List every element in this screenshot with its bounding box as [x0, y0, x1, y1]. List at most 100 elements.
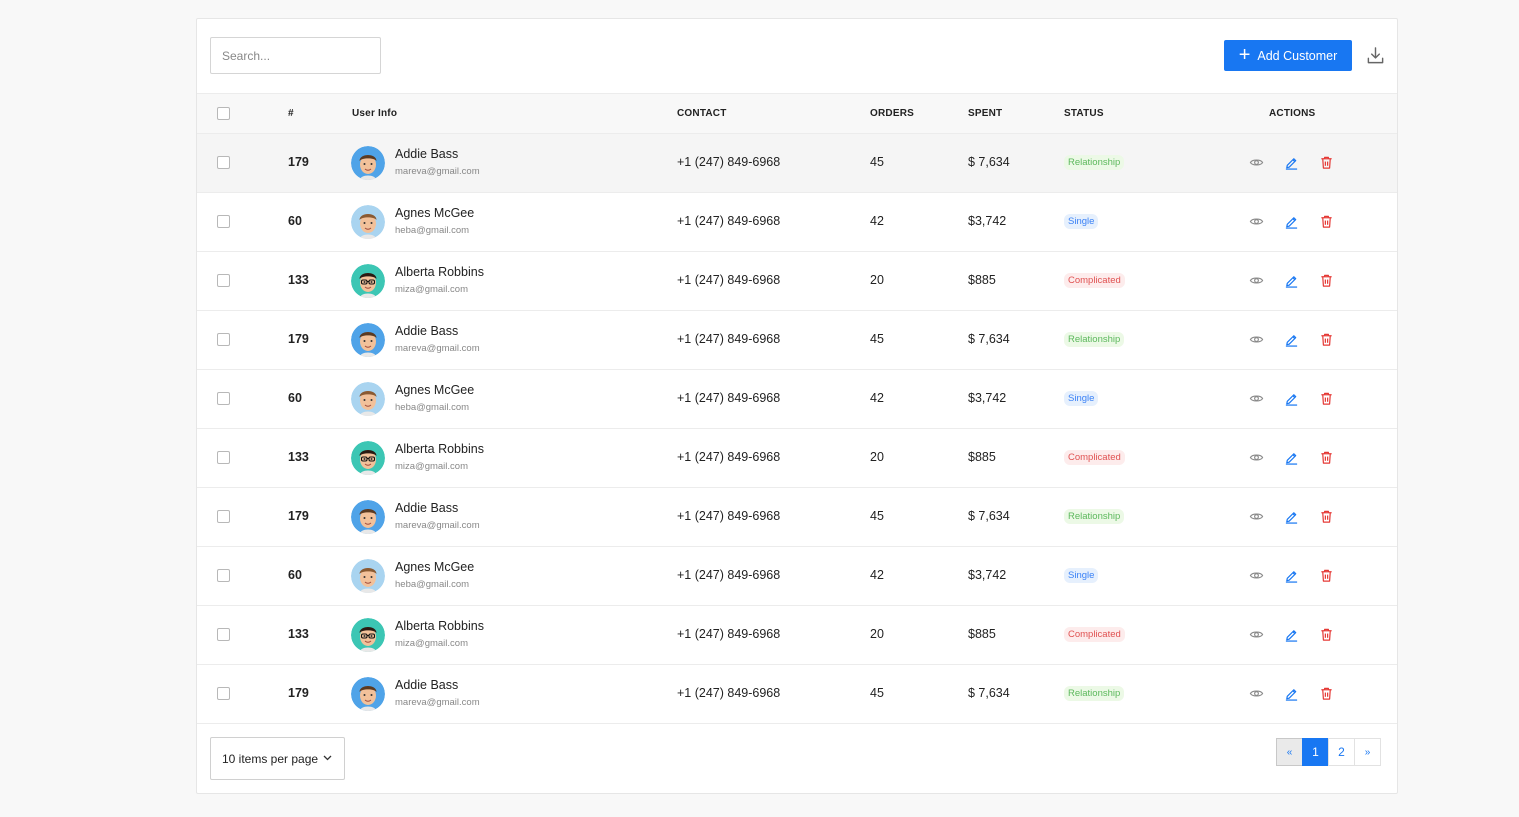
- pagination-next-button[interactable]: »: [1354, 738, 1381, 766]
- trash-icon[interactable]: [1319, 155, 1334, 170]
- row-checkbox[interactable]: [217, 451, 230, 464]
- avatar: [351, 382, 385, 416]
- download-icon[interactable]: [1366, 46, 1385, 65]
- pencil-icon[interactable]: [1284, 332, 1299, 347]
- row-checkbox[interactable]: [217, 569, 230, 582]
- table-row[interactable]: 133 Alberta Robbins miza@gmail.com +1 (2…: [197, 606, 1397, 665]
- row-number: 179: [288, 686, 309, 700]
- trash-icon[interactable]: [1319, 509, 1334, 524]
- user-email: heba@gmail.com: [395, 225, 470, 236]
- orders-count: 45: [870, 686, 884, 700]
- user-email: heba@gmail.com: [395, 402, 470, 413]
- spent-amount: $3,742: [968, 568, 1007, 582]
- table-row[interactable]: 179 Addie Bass mareva@gmail.com +1 (247)…: [197, 488, 1397, 547]
- trash-icon[interactable]: [1319, 332, 1334, 347]
- plus-icon: +: [1238, 43, 1251, 66]
- orders-count: 20: [870, 273, 884, 287]
- contact-phone: +1 (247) 849-6968: [677, 568, 781, 582]
- user-name: Alberta Robbins: [395, 442, 484, 456]
- trash-icon[interactable]: [1319, 450, 1334, 465]
- user-email: heba@gmail.com: [395, 579, 470, 590]
- orders-count: 20: [870, 450, 884, 464]
- add-customer-button[interactable]: + Add Customer: [1224, 40, 1352, 71]
- row-checkbox[interactable]: [217, 687, 230, 700]
- pencil-icon[interactable]: [1284, 155, 1299, 170]
- select-all-checkbox[interactable]: [217, 107, 230, 120]
- avatar: [351, 205, 385, 239]
- row-checkbox[interactable]: [217, 333, 230, 346]
- pencil-icon[interactable]: [1284, 214, 1299, 229]
- pagination-page-1[interactable]: 1: [1302, 738, 1329, 766]
- trash-icon[interactable]: [1319, 686, 1334, 701]
- user-name: Alberta Robbins: [395, 265, 484, 279]
- pagination-page-2[interactable]: 2: [1328, 738, 1355, 766]
- row-number: 60: [288, 568, 302, 582]
- user-name: Agnes McGee: [395, 206, 475, 220]
- eye-icon[interactable]: [1249, 450, 1264, 465]
- trash-icon[interactable]: [1319, 627, 1334, 642]
- pencil-icon[interactable]: [1284, 568, 1299, 583]
- table-footer: 10 items per page « 1 2 »: [197, 724, 1397, 794]
- pagination-prev-button[interactable]: «: [1276, 738, 1303, 766]
- table-row[interactable]: 179 Addie Bass mareva@gmail.com +1 (247)…: [197, 311, 1397, 370]
- items-per-page-label: 10 items per page: [222, 751, 319, 766]
- table-row[interactable]: 133 Alberta Robbins miza@gmail.com +1 (2…: [197, 429, 1397, 488]
- row-checkbox[interactable]: [217, 628, 230, 641]
- row-checkbox[interactable]: [217, 274, 230, 287]
- eye-icon[interactable]: [1249, 273, 1264, 288]
- status-badge: Relationship: [1064, 686, 1125, 701]
- pencil-icon[interactable]: [1284, 391, 1299, 406]
- eye-icon[interactable]: [1249, 509, 1264, 524]
- trash-icon[interactable]: [1319, 214, 1334, 229]
- contact-phone: +1 (247) 849-6968: [677, 155, 781, 169]
- pencil-icon[interactable]: [1284, 627, 1299, 642]
- column-header-actions: ACTIONS: [1269, 108, 1316, 119]
- trash-icon[interactable]: [1319, 273, 1334, 288]
- row-checkbox[interactable]: [217, 215, 230, 228]
- eye-icon[interactable]: [1249, 391, 1264, 406]
- spent-amount: $3,742: [968, 391, 1007, 405]
- status-badge: Single: [1064, 568, 1099, 583]
- eye-icon[interactable]: [1249, 627, 1264, 642]
- user-email: miza@gmail.com: [395, 284, 468, 295]
- status-badge: Complicated: [1064, 450, 1125, 465]
- pencil-icon[interactable]: [1284, 509, 1299, 524]
- table-body: 179 Addie Bass mareva@gmail.com +1 (247)…: [197, 134, 1397, 724]
- pencil-icon[interactable]: [1284, 450, 1299, 465]
- trash-icon[interactable]: [1319, 391, 1334, 406]
- eye-icon[interactable]: [1249, 155, 1264, 170]
- column-header-contact: CONTACT: [677, 108, 727, 119]
- user-name: Agnes McGee: [395, 560, 475, 574]
- spent-amount: $ 7,634: [968, 332, 1010, 346]
- pencil-icon[interactable]: [1284, 686, 1299, 701]
- eye-icon[interactable]: [1249, 686, 1264, 701]
- column-header-user-info: User Info: [352, 108, 398, 119]
- eye-icon[interactable]: [1249, 332, 1264, 347]
- search-input[interactable]: [210, 37, 381, 74]
- trash-icon[interactable]: [1319, 568, 1334, 583]
- table-row[interactable]: 179 Addie Bass mareva@gmail.com +1 (247)…: [197, 134, 1397, 193]
- column-header-orders: ORDERS: [870, 108, 914, 119]
- table-row[interactable]: 179 Addie Bass mareva@gmail.com +1 (247)…: [197, 665, 1397, 724]
- row-checkbox[interactable]: [217, 156, 230, 169]
- spent-amount: $ 7,634: [968, 686, 1010, 700]
- status-badge: Single: [1064, 391, 1099, 406]
- eye-icon[interactable]: [1249, 568, 1264, 583]
- table-row[interactable]: 60 Agnes McGee heba@gmail.com +1 (247) 8…: [197, 370, 1397, 429]
- eye-icon[interactable]: [1249, 214, 1264, 229]
- row-checkbox[interactable]: [217, 510, 230, 523]
- user-email: miza@gmail.com: [395, 638, 468, 649]
- spent-amount: $ 7,634: [968, 509, 1010, 523]
- orders-count: 45: [870, 332, 884, 346]
- contact-phone: +1 (247) 849-6968: [677, 509, 781, 523]
- column-header-status: STATUS: [1064, 108, 1104, 119]
- items-per-page-select[interactable]: 10 items per page: [210, 737, 345, 780]
- table-row[interactable]: 60 Agnes McGee heba@gmail.com +1 (247) 8…: [197, 193, 1397, 252]
- table-header: # User Info CONTACT ORDERS SPENT STATUS …: [197, 94, 1397, 134]
- table-row[interactable]: 60 Agnes McGee heba@gmail.com +1 (247) 8…: [197, 547, 1397, 606]
- row-checkbox[interactable]: [217, 392, 230, 405]
- user-name: Alberta Robbins: [395, 619, 484, 633]
- table-row[interactable]: 133 Alberta Robbins miza@gmail.com +1 (2…: [197, 252, 1397, 311]
- pencil-icon[interactable]: [1284, 273, 1299, 288]
- orders-count: 42: [870, 568, 884, 582]
